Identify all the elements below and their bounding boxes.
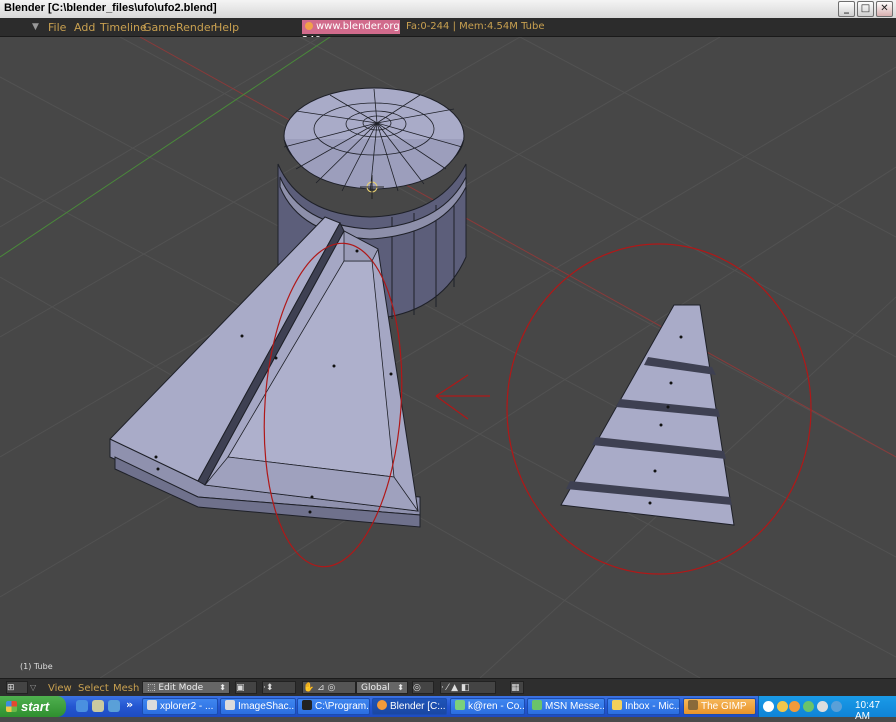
close-button[interactable]: ✕ — [876, 1, 893, 17]
ie-quicklaunch-icon[interactable] — [76, 700, 88, 712]
menu-file[interactable]: File — [48, 21, 66, 34]
mode-select[interactable]: ⬚ Edit Mode ⬍ — [142, 681, 230, 694]
task-chat[interactable]: k@ren - Co... — [450, 698, 525, 715]
task-xplorer2[interactable]: xplorer2 - ... — [142, 698, 218, 715]
menu-game[interactable]: Game — [143, 21, 176, 34]
orientation-select[interactable]: Global ⬍ — [356, 681, 408, 694]
blender-top-header: ▼ File Add Timeline Game Render Help www… — [0, 18, 896, 46]
start-label: start — [21, 699, 50, 714]
windows-flag-icon — [6, 701, 17, 712]
orientation-select-label: Global — [361, 683, 390, 693]
3d-viewport[interactable]: (1) Tube — [0, 37, 896, 678]
viewport-canvas — [0, 37, 896, 678]
task-label: Inbox - Mic... — [625, 701, 680, 712]
menu-mesh[interactable]: Mesh — [113, 683, 139, 694]
menu-timeline[interactable]: Timeline — [100, 21, 147, 34]
hand-icon: ✋ ⊿ ◎ — [303, 683, 336, 693]
task-label: C:\Program... — [315, 701, 370, 712]
task-label: xplorer2 - ... — [160, 701, 214, 712]
scene-stats: Fa:0-244 | Mem:4.54M Tube — [406, 21, 545, 32]
dropdown-icon: ⬍ — [219, 683, 226, 692]
maximize-button[interactable]: □ — [857, 1, 874, 17]
task-imageshack[interactable]: ImageShac... — [220, 698, 296, 715]
blender-icon — [377, 700, 387, 710]
mail-icon — [612, 700, 622, 710]
proportional-button[interactable]: ◎ — [412, 681, 434, 694]
cube-icon: ▣ — [236, 683, 245, 693]
task-gimp[interactable]: The GIMP — [683, 698, 756, 715]
render-icon: ▦ — [511, 683, 520, 693]
window-controls: _ □ ✕ — [838, 1, 893, 17]
menu-help[interactable]: Help — [214, 21, 239, 34]
task-label: ImageShac... — [238, 701, 296, 712]
task-inbox[interactable]: Inbox - Mic... — [607, 698, 680, 715]
3d-view-header: ⊞ ▽ View Select Mesh ⬚ Edit Mode ⬍ ▣ ·⬍ ✋… — [0, 678, 896, 697]
tray-icon-3[interactable] — [803, 701, 814, 712]
window-title: Blender [C:\blender_files\ufo\ufo2.blend… — [4, 2, 217, 14]
start-button[interactable]: start — [0, 696, 66, 717]
object-name-label: (1) Tube — [20, 662, 53, 671]
reference-face-mesh — [560, 304, 735, 526]
manipulator-buttons[interactable]: ✋ ⊿ ◎ — [302, 681, 356, 694]
menu-render[interactable]: Render — [176, 21, 215, 34]
gimp-icon — [688, 700, 698, 710]
menu-select[interactable]: Select — [78, 683, 109, 694]
pivot-icon: ·⬍ — [263, 683, 274, 693]
proportional-icon: ◎ — [413, 683, 421, 693]
select-mode-buttons[interactable]: · ⁄ ▲ ◧ — [440, 681, 496, 694]
menu-add[interactable]: Add — [74, 21, 95, 34]
task-label: Blender [C:... — [390, 701, 447, 712]
clock[interactable]: 10:47 AM — [855, 700, 896, 722]
blender-logo-icon — [305, 22, 313, 30]
quicklaunch-chevron[interactable]: » — [126, 698, 133, 711]
header-collapse-icon[interactable]: ▼ — [32, 22, 39, 32]
chat-icon — [455, 700, 465, 710]
blender-url-button[interactable]: www.blender.org 240 — [302, 20, 400, 46]
tray-icon-2[interactable] — [789, 701, 800, 712]
tray-icon-4[interactable] — [817, 701, 828, 712]
task-blender[interactable]: Blender [C:... — [372, 698, 447, 715]
back-arrow-icon[interactable] — [763, 701, 774, 712]
minimize-button[interactable]: _ — [838, 1, 855, 17]
editor-type-button[interactable]: ⊞ — [6, 681, 28, 694]
desktop-quicklaunch-icon[interactable] — [108, 700, 120, 712]
msn-icon — [532, 700, 542, 710]
draw-type-button[interactable]: ▣ — [235, 681, 257, 694]
tray-icon-5[interactable] — [831, 701, 842, 712]
window-titlebar[interactable]: Blender [C:\blender_files\ufo\ufo2.blend… — [0, 0, 896, 19]
windows-taskbar: start » xplorer2 - ... ImageShac... C:\P… — [0, 696, 896, 722]
editor-type-icon: ⊞ — [7, 683, 15, 693]
browser-icon — [225, 700, 235, 710]
task-msn[interactable]: MSN Messe... — [527, 698, 605, 715]
orientation-dropdown-icon: ⬍ — [397, 683, 404, 692]
task-label: The GIMP — [701, 701, 747, 712]
explorer-quicklaunch-icon[interactable] — [92, 700, 104, 712]
system-tray: 10:47 AM — [758, 696, 896, 722]
console-icon — [302, 700, 312, 710]
task-label: k@ren - Co... — [468, 701, 525, 712]
folder-icon — [147, 700, 157, 710]
render-button[interactable]: ▦ — [510, 681, 524, 694]
task-console[interactable]: C:\Program... — [297, 698, 370, 715]
menu-view[interactable]: View — [48, 683, 72, 694]
tray-icon-1[interactable] — [777, 701, 788, 712]
pivot-button[interactable]: ·⬍ — [262, 681, 296, 694]
mode-select-label: Edit Mode — [158, 683, 204, 693]
menu-collapse-icon[interactable]: ▽ — [30, 683, 36, 692]
select-mode-icon: · ⁄ ▲ ◧ — [441, 683, 470, 693]
edit-mode-icon: ⬚ — [147, 683, 159, 693]
task-label: MSN Messe... — [545, 701, 605, 712]
